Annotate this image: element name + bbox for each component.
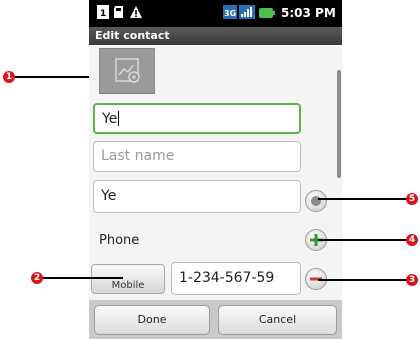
callout-line-expand — [318, 198, 406, 200]
warning-icon — [129, 5, 143, 22]
svg-text:1: 1 — [100, 9, 106, 19]
sd-card-icon — [113, 5, 125, 22]
contact-photo-button[interactable] — [99, 48, 155, 94]
done-button[interactable]: Done — [94, 305, 210, 335]
callout-line-add — [318, 239, 406, 241]
callout-line-type — [43, 277, 123, 279]
phone-type-label: Mobile — [111, 280, 145, 291]
phone-number-value: 1-234-567-59 — [179, 270, 275, 286]
last-name-placeholder: Last name — [101, 148, 175, 164]
callout-add: 4 — [406, 234, 418, 246]
scrollbar[interactable] — [337, 70, 341, 178]
display-name-value: Ye — [101, 188, 117, 204]
callout-line-photo — [15, 76, 89, 78]
phone-section-label: Phone — [99, 233, 140, 248]
contact-photo-icon — [114, 57, 142, 89]
display-name-field[interactable]: Ye — [93, 180, 301, 213]
callout-type: 2 — [31, 272, 43, 284]
phone-number-field[interactable]: 1-234-567-59 — [171, 262, 301, 295]
bottom-action-bar: Done Cancel — [89, 300, 342, 339]
callout-remove: 3 — [406, 274, 418, 286]
callout-line-remove — [318, 279, 406, 281]
callout-photo: 1 — [3, 71, 15, 83]
status-time: 5:03 PM — [281, 6, 336, 20]
first-name-value: Ye — [102, 111, 118, 127]
svg-text:3G: 3G — [224, 9, 236, 18]
cancel-button[interactable]: Cancel — [218, 305, 337, 335]
last-name-field[interactable]: Last name — [93, 141, 301, 172]
battery-icon — [259, 7, 275, 21]
3g-icon: 3G — [223, 5, 237, 22]
callout-expand: 5 — [406, 193, 418, 205]
expand-name-button[interactable] — [305, 190, 327, 212]
first-name-field[interactable]: Ye — [93, 103, 301, 134]
edit-contact-screen: 1 3G 5:03 PM Edit contact Ye Last name Y… — [89, 0, 342, 339]
expand-icon — [311, 196, 321, 206]
status-bar: 1 3G 5:03 PM — [89, 0, 342, 27]
text-caret — [118, 111, 120, 126]
phone-type-button[interactable]: Mobile — [91, 264, 165, 294]
page-title: Edit contact — [89, 27, 342, 45]
sim-icon: 1 — [97, 5, 109, 22]
signal-icon — [239, 5, 255, 22]
